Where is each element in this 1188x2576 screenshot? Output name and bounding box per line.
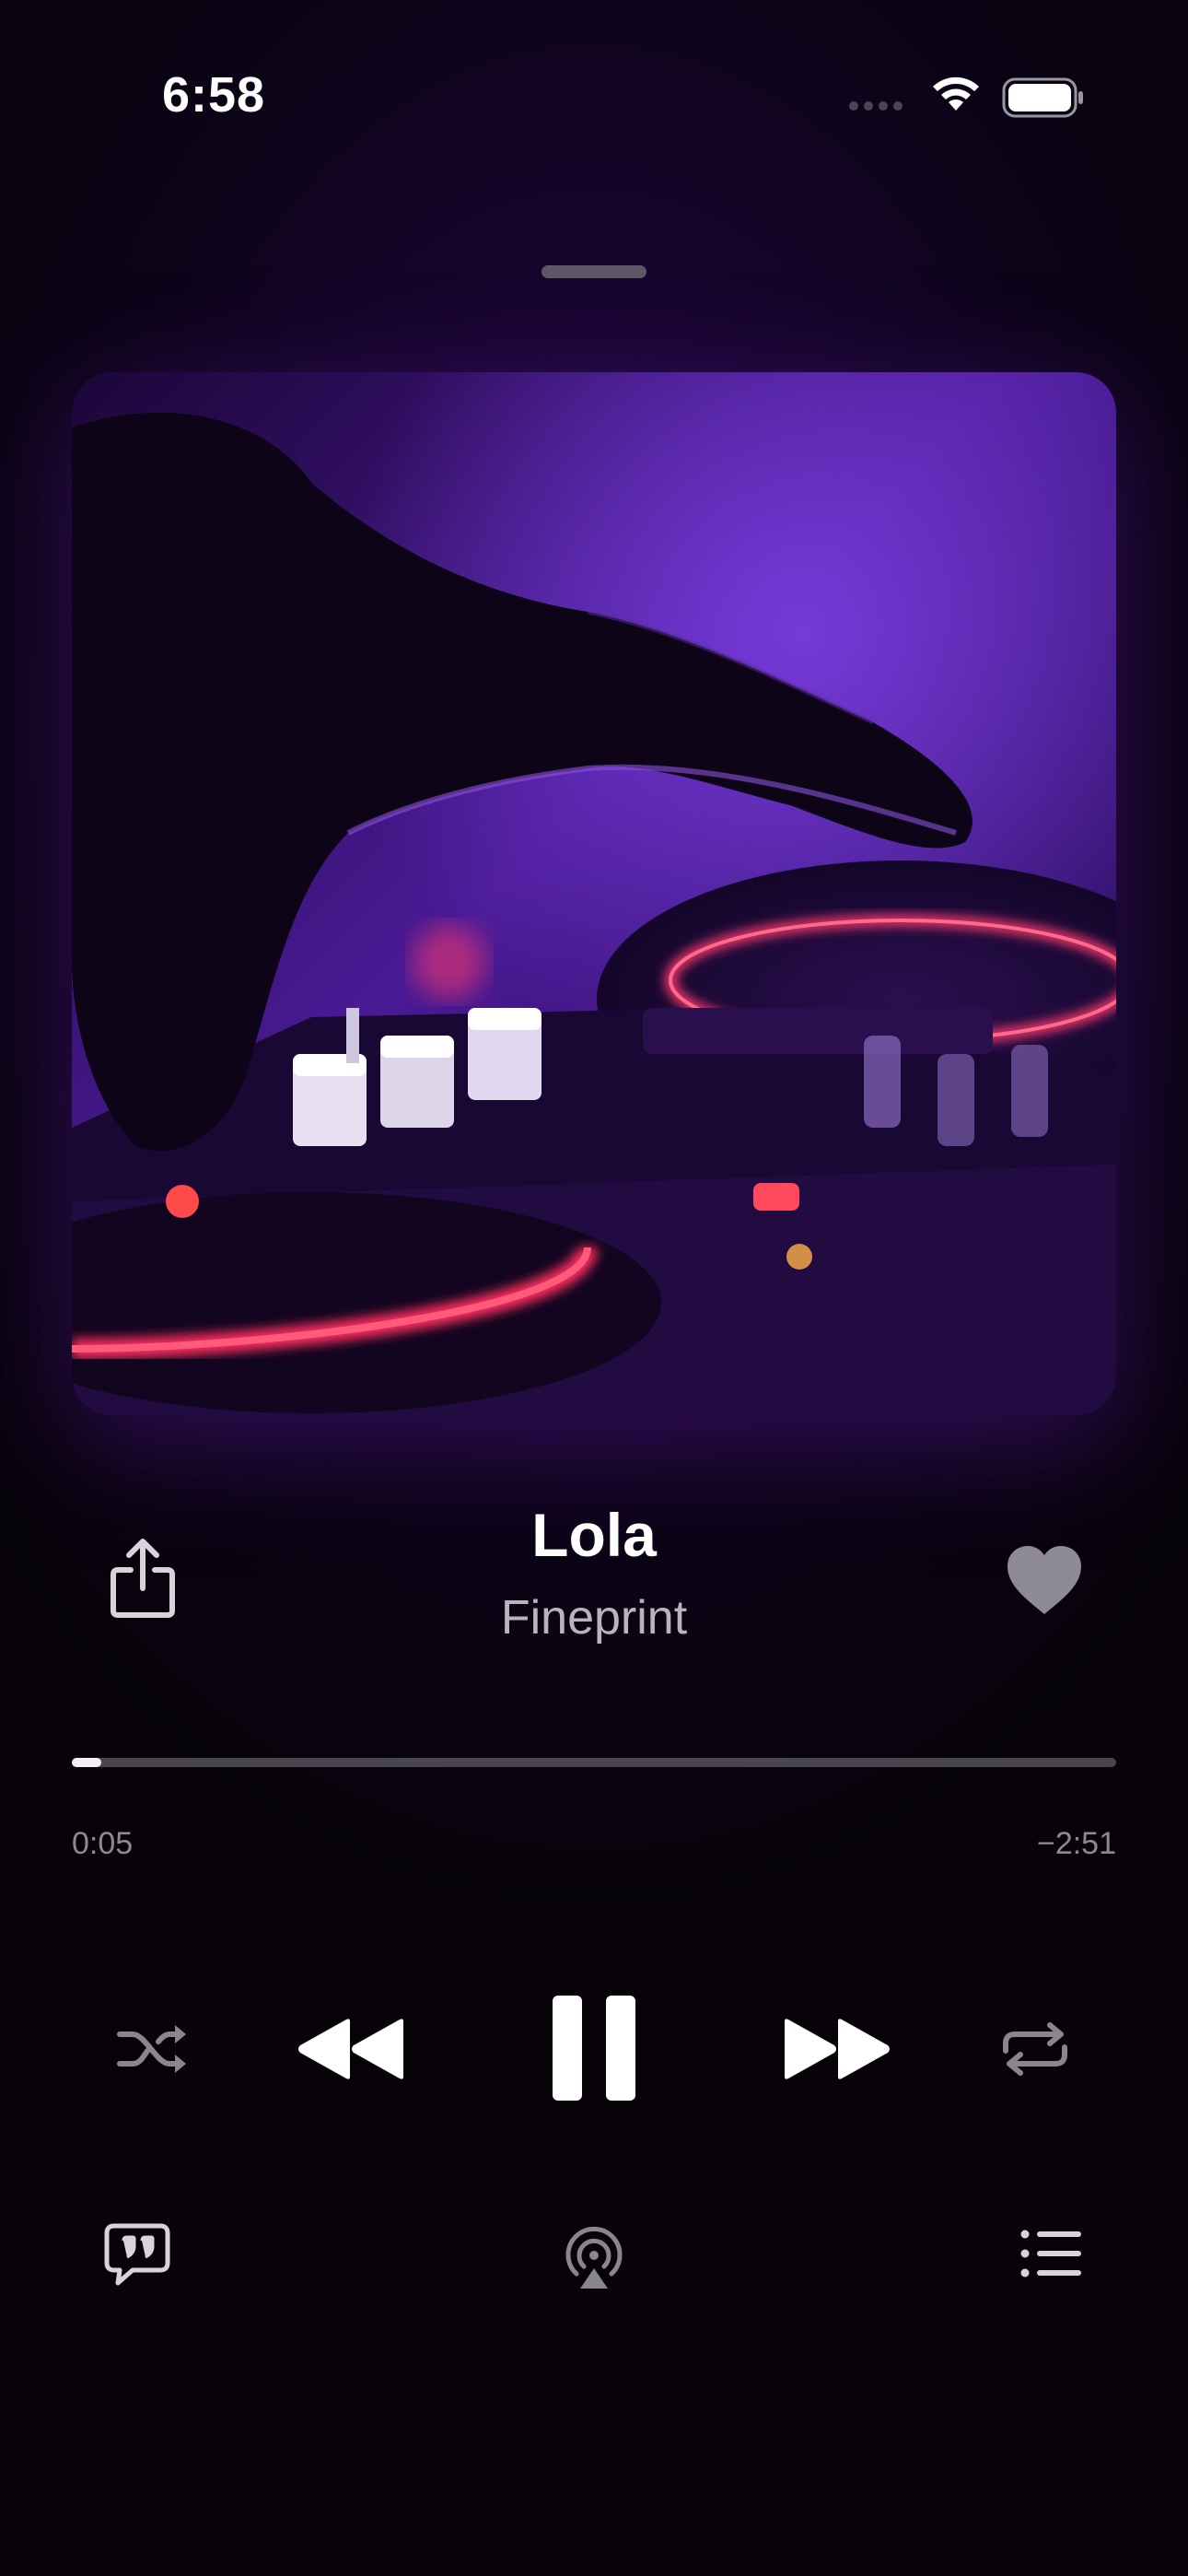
fast-forward-button[interactable] <box>781 2016 893 2082</box>
shuffle-icon <box>117 2025 186 2073</box>
pause-button[interactable] <box>551 1994 637 2102</box>
fast-forward-icon <box>785 2019 890 2079</box>
rewind-button[interactable] <box>295 2016 407 2082</box>
heart-icon <box>1007 1546 1081 1614</box>
queue-button[interactable] <box>1020 2230 1083 2277</box>
share-button[interactable] <box>109 1537 177 1620</box>
share-icon <box>111 1539 175 1618</box>
remaining-time: −2:51 <box>1036 1826 1116 1861</box>
progress-fill <box>72 1758 101 1767</box>
rewind-icon <box>298 2019 403 2079</box>
elapsed-time: 0:05 <box>72 1826 134 1861</box>
pause-icon <box>553 1996 635 2101</box>
status-time: 6:58 <box>162 67 266 123</box>
lyrics-icon <box>104 2223 170 2286</box>
wifi-icon <box>933 76 979 111</box>
track-artist[interactable]: Fineprint <box>272 1590 916 1645</box>
battery-icon <box>1002 77 1083 118</box>
track-title: Lola <box>531 1501 657 1569</box>
airplay-button[interactable] <box>564 2224 624 2290</box>
lyrics-button[interactable] <box>103 2222 171 2287</box>
repeat-icon <box>1003 2022 1067 2076</box>
favorite-button[interactable] <box>1006 1544 1083 1616</box>
album-artwork-image <box>72 372 1116 1415</box>
queue-list-icon <box>1020 2230 1081 2277</box>
album-artwork <box>72 372 1116 1415</box>
sheet-grabber[interactable] <box>542 265 646 278</box>
airplay-icon <box>565 2227 623 2289</box>
repeat-button[interactable] <box>1000 2020 1070 2078</box>
status-bar: 6:58 <box>0 0 1188 184</box>
progress-scrubber[interactable] <box>72 1758 1116 1767</box>
shuffle-button[interactable] <box>116 2021 190 2077</box>
